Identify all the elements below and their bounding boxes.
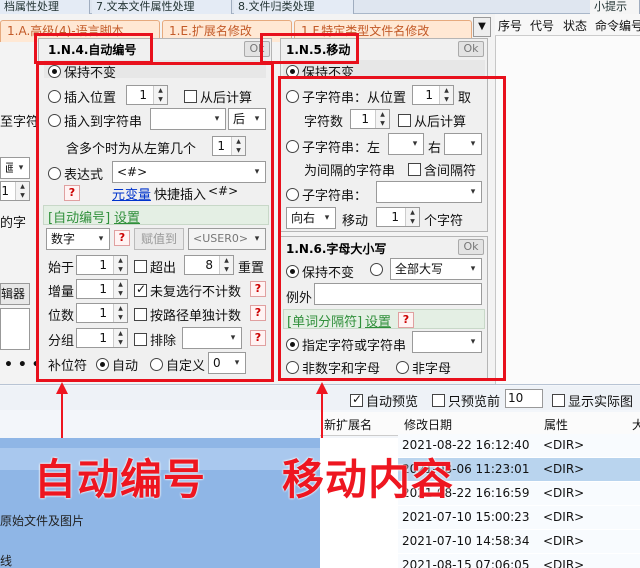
annotation-move-content: 移动内容 [282,455,455,504]
left-arrow-head [56,382,68,394]
annotation-auto-number: 自动编号 [34,455,207,504]
right-arrow-head [316,382,328,394]
